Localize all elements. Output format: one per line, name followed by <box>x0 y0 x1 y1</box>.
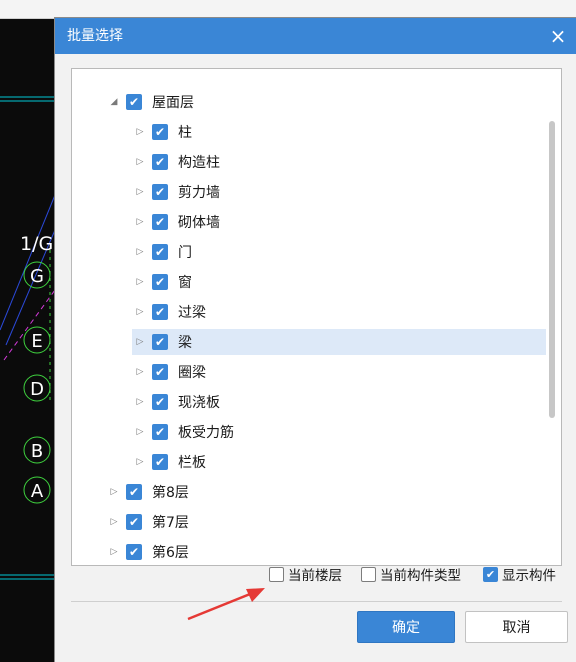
expand-arrow-icon[interactable]: ▷ <box>132 274 148 290</box>
option-label: 当前楼层 <box>288 568 342 584</box>
tree-checkbox[interactable]: ✔ <box>126 94 142 110</box>
cad-axis-label: 1/G <box>20 233 53 255</box>
tree-node-child[interactable]: ▷ ✔ 窗 <box>132 269 546 295</box>
dialog-title: 批量选择 <box>67 28 123 44</box>
tree-checkbox[interactable]: ✔ <box>152 304 168 320</box>
tree-node-child[interactable]: ▷ ✔ 圈梁 <box>132 359 546 385</box>
tree-node-floor[interactable]: ▷ ✔ 第8层 <box>106 479 526 505</box>
expand-arrow-icon[interactable]: ▷ <box>132 364 148 380</box>
cad-axis-label: G <box>30 266 44 287</box>
tree-checkbox[interactable]: ✔ <box>152 394 168 410</box>
tree-node-floor[interactable]: ▷ ✔ 第6层 <box>106 539 526 565</box>
tree-node-label: 栏板 <box>178 455 206 471</box>
expand-arrow-icon[interactable]: ▷ <box>106 514 122 530</box>
tree-node-label: 窗 <box>178 275 192 291</box>
option-label: 当前构件类型 <box>380 568 461 584</box>
expand-arrow-icon[interactable]: ▷ <box>132 154 148 170</box>
option-checkbox[interactable] <box>269 566 284 582</box>
ok-button[interactable]: 确定 <box>357 611 455 643</box>
tree-node-label: 门 <box>178 245 192 261</box>
tree-checkbox[interactable]: ✔ <box>152 424 168 440</box>
tree-node-label: 砌体墙 <box>178 215 220 231</box>
tree-checkbox[interactable]: ✔ <box>152 214 168 230</box>
batch-select-dialog: 批量选择 × ◢ ✔ 屋面层 ▷ ✔ 柱 ▷ ✔ 构造柱 ▷ ✔ 剪力墙 ▷ ✔… <box>55 18 576 662</box>
expand-arrow-icon[interactable]: ▷ <box>132 244 148 260</box>
tree-node-child[interactable]: ▷ ✔ 板受力筋 <box>132 419 546 445</box>
tree-node-child[interactable]: ▷ ✔ 砌体墙 <box>132 209 546 235</box>
tree-node-label: 梁 <box>178 335 192 351</box>
tree-node-label: 现浇板 <box>178 395 220 411</box>
tree-node-child[interactable]: ▷ ✔ 过梁 <box>132 299 546 325</box>
expand-arrow-icon[interactable]: ▷ <box>132 124 148 140</box>
tree-node-child[interactable]: ▷ ✔ 剪力墙 <box>132 179 546 205</box>
collapse-arrow-icon[interactable]: ◢ <box>106 94 122 110</box>
tree-node-child[interactable]: ▷ ✔ 柱 <box>132 119 546 145</box>
tree-checkbox[interactable]: ✔ <box>152 184 168 200</box>
tree-checkbox[interactable]: ✔ <box>152 454 168 470</box>
tree-checkbox[interactable]: ✔ <box>152 334 168 350</box>
close-icon[interactable]: × <box>544 22 572 50</box>
cancel-button[interactable]: 取消 <box>465 611 568 643</box>
tree-checkbox[interactable]: ✔ <box>152 124 168 140</box>
option-label: 显示构件 <box>502 568 556 584</box>
expand-arrow-icon[interactable]: ▷ <box>132 334 148 350</box>
tree-node-label: 第6层 <box>152 545 189 561</box>
divider <box>71 601 562 602</box>
tree-node-label: 板受力筋 <box>178 425 234 441</box>
tree-node-label: 第7层 <box>152 515 189 531</box>
tree-node-label: 构造柱 <box>178 155 220 171</box>
expand-arrow-icon[interactable]: ▷ <box>106 544 122 560</box>
dialog-titlebar[interactable]: 批量选择 × <box>55 18 576 54</box>
tree-node-label: 第8层 <box>152 485 189 501</box>
tree-node-label: 柱 <box>178 125 192 141</box>
axis-bubble-a: A <box>23 476 51 504</box>
axis-bubble-e: E <box>23 326 51 354</box>
tree-node-child-selected[interactable]: ▷ ✔ 梁 <box>132 329 546 355</box>
option-checkbox[interactable]: ✔ <box>483 566 498 582</box>
expand-arrow-icon[interactable]: ▷ <box>132 454 148 470</box>
floor-component-tree[interactable]: ◢ ✔ 屋面层 ▷ ✔ 柱 ▷ ✔ 构造柱 ▷ ✔ 剪力墙 ▷ ✔ 砌体墙 ▷ … <box>71 68 562 566</box>
tree-node-label: 剪力墙 <box>178 185 220 201</box>
expand-arrow-icon[interactable]: ▷ <box>132 424 148 440</box>
axis-bubble-d: D <box>23 374 51 402</box>
tree-checkbox[interactable]: ✔ <box>126 484 142 500</box>
cad-axis-label: D <box>30 379 44 400</box>
axis-bubble-b: B <box>23 436 51 464</box>
option-checkbox[interactable] <box>361 566 376 582</box>
tree-checkbox[interactable]: ✔ <box>152 274 168 290</box>
cad-line <box>0 194 56 331</box>
option-show-components[interactable]: ✔ 显示构件 <box>483 564 556 584</box>
expand-arrow-icon[interactable]: ▷ <box>132 214 148 230</box>
expand-arrow-icon[interactable]: ▷ <box>132 394 148 410</box>
cad-axis-label: B <box>31 441 43 462</box>
tree-checkbox[interactable]: ✔ <box>126 544 142 560</box>
expand-arrow-icon[interactable]: ▷ <box>132 184 148 200</box>
tree-node-label: 屋面层 <box>152 95 194 111</box>
option-current-floor[interactable]: 当前楼层 <box>269 564 342 584</box>
option-current-component-type[interactable]: 当前构件类型 <box>361 564 461 584</box>
axis-bubble-g: G <box>23 261 51 289</box>
cad-axis-label: E <box>31 331 42 352</box>
tree-node-label: 过梁 <box>178 305 206 321</box>
tree-node-child[interactable]: ▷ ✔ 栏板 <box>132 449 546 475</box>
tree-node-child[interactable]: ▷ ✔ 门 <box>132 239 546 265</box>
expand-arrow-icon[interactable]: ▷ <box>132 304 148 320</box>
tree-node-floor[interactable]: ▷ ✔ 第7层 <box>106 509 526 535</box>
tree-scrollbar-thumb[interactable] <box>549 121 555 418</box>
tree-checkbox[interactable]: ✔ <box>152 154 168 170</box>
tree-checkbox[interactable]: ✔ <box>152 364 168 380</box>
cad-axis-label: A <box>31 481 44 502</box>
tree-node-child[interactable]: ▷ ✔ 现浇板 <box>132 389 546 415</box>
tree-node-label: 圈梁 <box>178 365 206 381</box>
tree-checkbox[interactable]: ✔ <box>152 244 168 260</box>
tree-node-root[interactable]: ◢ ✔ 屋面层 <box>106 89 526 115</box>
tree-node-child[interactable]: ▷ ✔ 构造柱 <box>132 149 546 175</box>
expand-arrow-icon[interactable]: ▷ <box>106 484 122 500</box>
tree-checkbox[interactable]: ✔ <box>126 514 142 530</box>
